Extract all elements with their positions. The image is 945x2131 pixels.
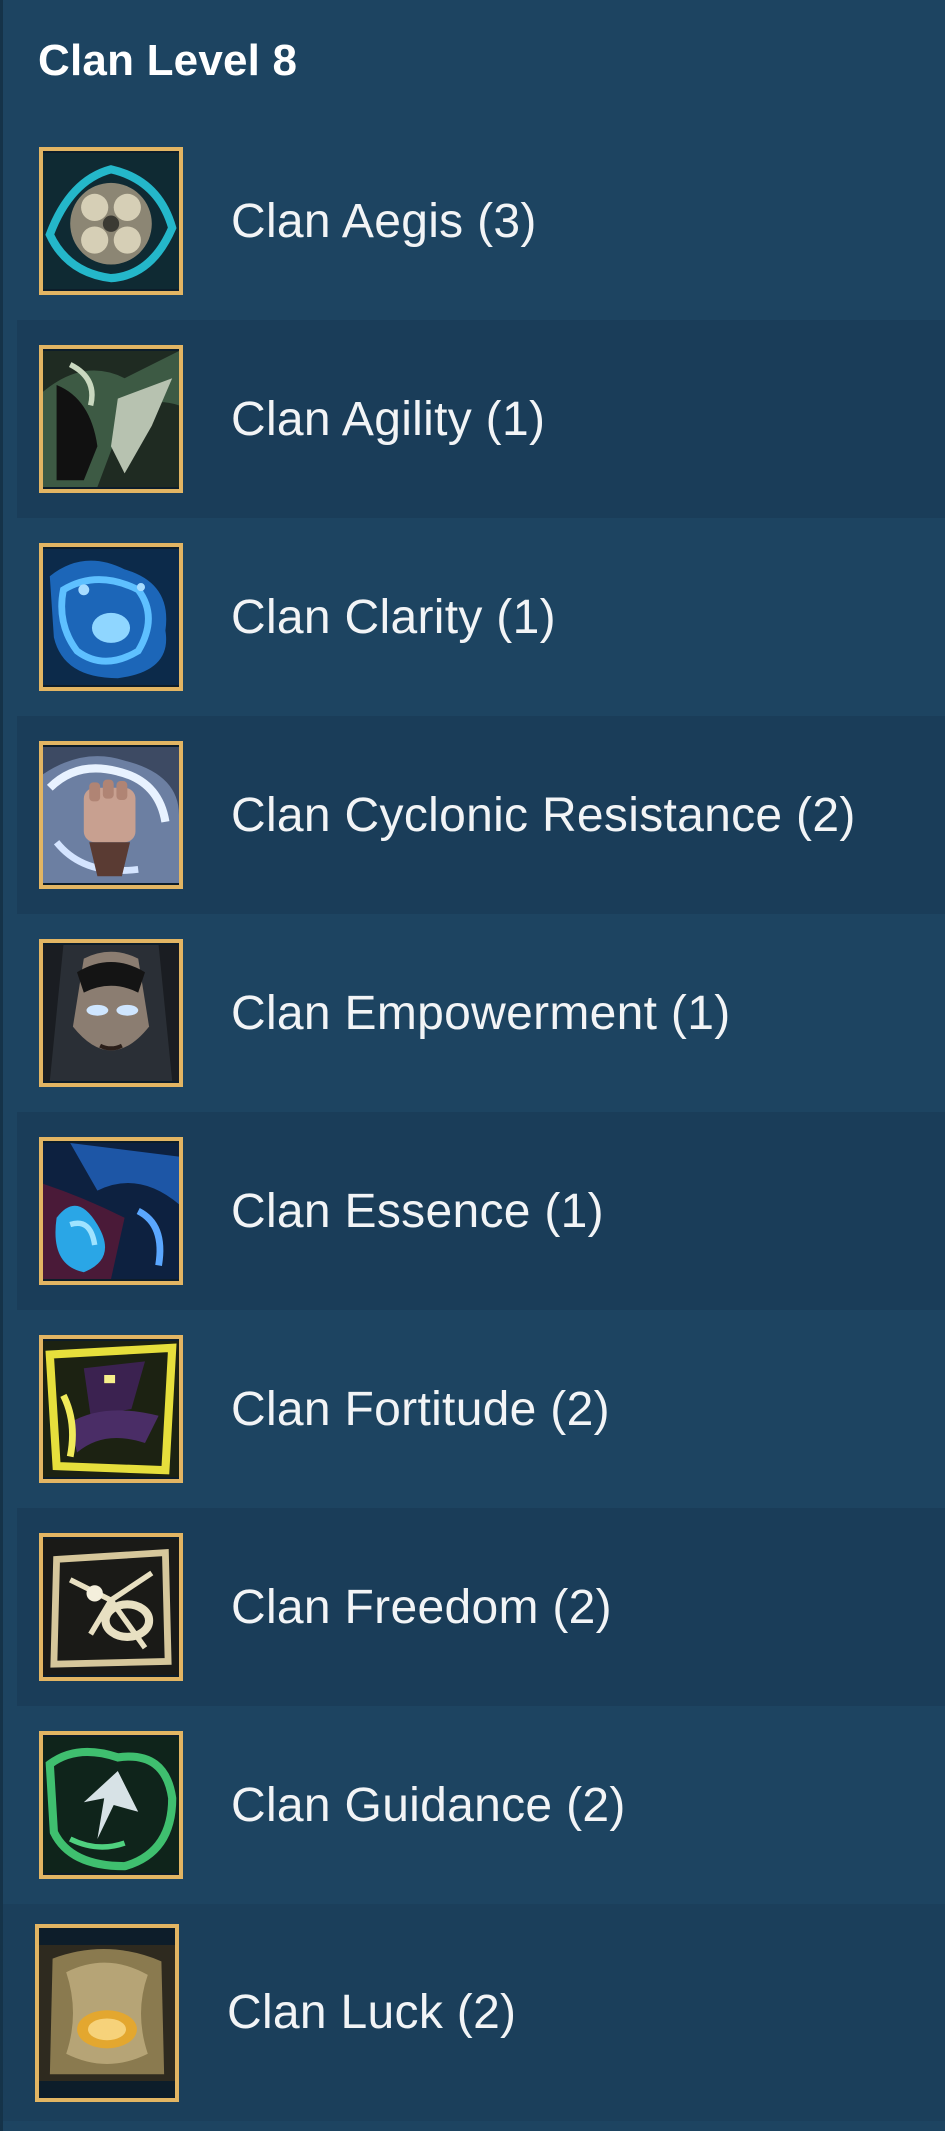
perk-label: Clan Clarity (1) (231, 590, 556, 644)
essence-icon (39, 1137, 183, 1285)
perk-item-agility[interactable]: Clan Agility (1) (17, 320, 945, 518)
panel-title: Clan Level 8 (38, 36, 298, 85)
perk-label: Clan Freedom (2) (231, 1580, 612, 1634)
agility-icon (39, 345, 183, 493)
perk-item-luck[interactable]: Clan Luck (2) (3, 1904, 945, 2121)
perk-label: Clan Cyclonic Resistance (2) (231, 788, 856, 842)
guidance-icon (39, 1731, 183, 1879)
freedom-icon (39, 1533, 183, 1681)
perk-item-empowerment[interactable]: Clan Empowerment (1) (3, 914, 945, 1112)
perk-item-essence[interactable]: Clan Essence (1) (17, 1112, 945, 1310)
clarity-icon (39, 543, 183, 691)
empowerment-icon (39, 939, 183, 1087)
cyclonic-resistance-icon (39, 741, 183, 889)
perk-label: Clan Aegis (3) (231, 194, 537, 248)
luck-icon (35, 1923, 179, 2102)
perk-item-aegis[interactable]: Clan Aegis (3) (3, 122, 945, 320)
perk-item-clarity[interactable]: Clan Clarity (1) (3, 518, 945, 716)
perk-item-fortitude[interactable]: Clan Fortitude (2) (3, 1310, 945, 1508)
perk-label: Clan Fortitude (2) (231, 1382, 610, 1436)
perk-item-freedom[interactable]: Clan Freedom (2) (17, 1508, 945, 1706)
perk-list: Clan Aegis (3) Clan Agility (1) Clan Cla… (3, 122, 945, 2121)
perk-label: Clan Empowerment (1) (231, 986, 731, 1040)
perk-item-cyclonic-resistance[interactable]: Clan Cyclonic Resistance (2) (17, 716, 945, 914)
perk-label: Clan Guidance (2) (231, 1778, 626, 1832)
aegis-icon (39, 147, 183, 295)
fortitude-icon (39, 1335, 183, 1483)
perk-label: Clan Agility (1) (231, 392, 546, 446)
perk-item-guidance[interactable]: Clan Guidance (2) (3, 1706, 945, 1904)
perk-label: Clan Luck (2) (227, 1986, 517, 2039)
perk-label: Clan Essence (1) (231, 1184, 604, 1238)
clan-perks-panel: Clan Level 8 Clan Aegis (3) Clan Agility… (0, 0, 945, 2131)
